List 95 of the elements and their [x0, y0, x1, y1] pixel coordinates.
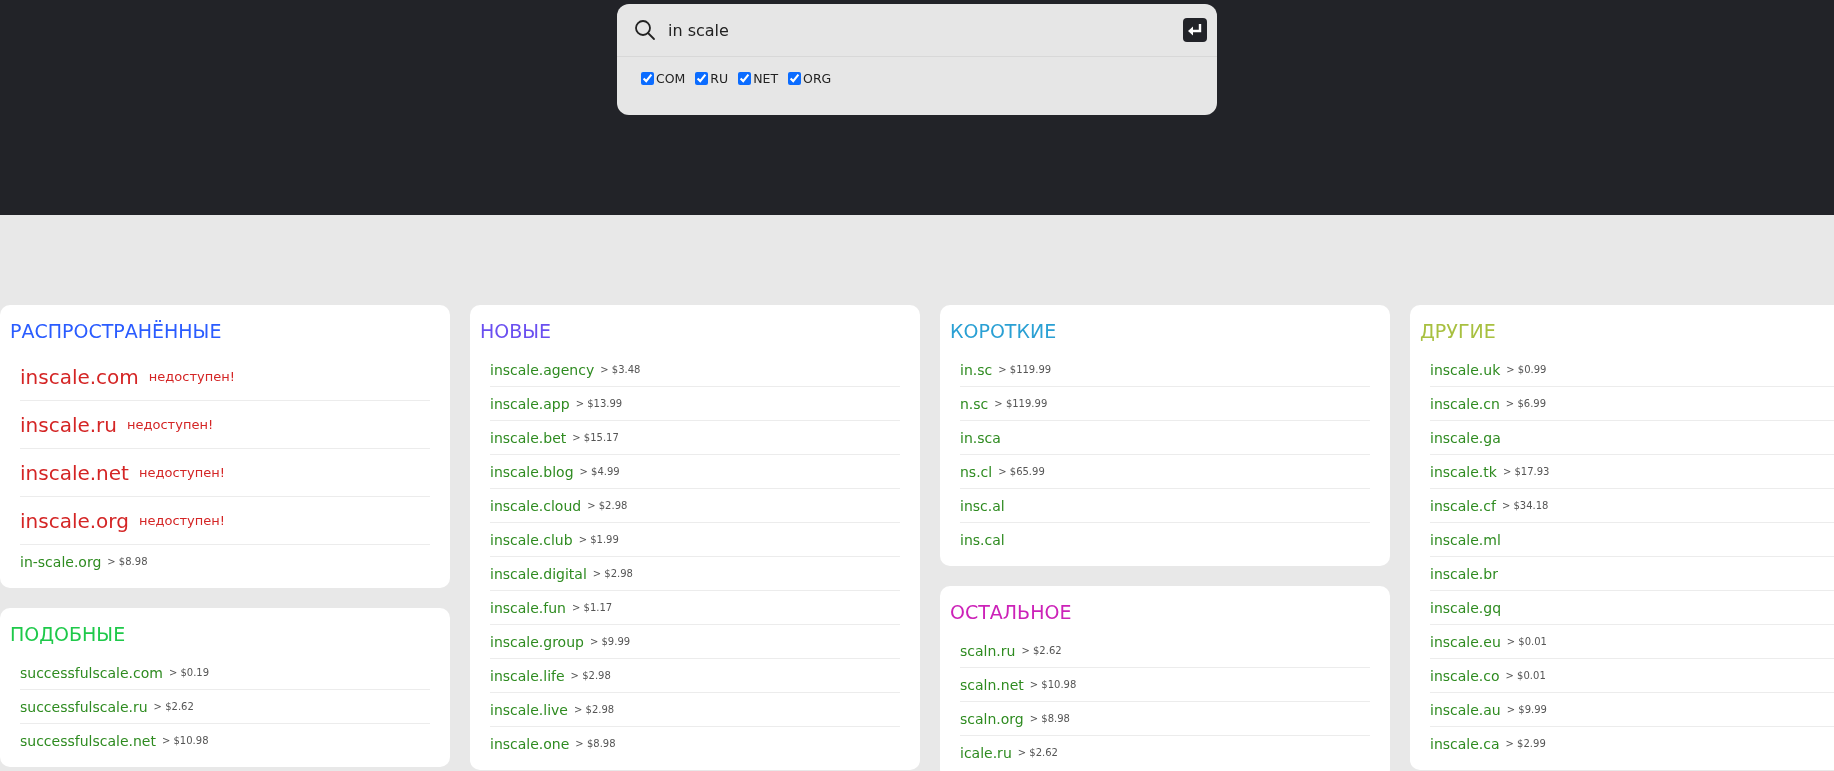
price-label: > $4.99 — [579, 466, 620, 477]
price-label: > $34.18 — [1501, 500, 1549, 511]
price-label: > $8.98 — [575, 738, 616, 749]
domain-link[interactable]: inscale.blog — [490, 463, 574, 480]
domain-link[interactable]: inscale.bet — [490, 429, 567, 446]
domain-link[interactable]: inscale.co — [1430, 667, 1500, 684]
price-label: > $0.19 — [168, 667, 210, 678]
domain-link[interactable]: inscale.group — [490, 633, 584, 650]
domain-link[interactable]: inscale.br — [1430, 565, 1498, 582]
domain-link[interactable]: inscale.agency — [490, 361, 595, 378]
domain-link[interactable]: ins.cal — [960, 531, 1005, 548]
domain-link[interactable]: icale.ru — [960, 744, 1012, 761]
price-label: > $0.99 — [1506, 364, 1547, 375]
price-label: > $2.98 — [587, 500, 628, 511]
price-label: > $9.99 — [1506, 704, 1547, 715]
domain-link[interactable]: inscale.ga — [1430, 429, 1501, 446]
domain-link[interactable]: inscale.cn — [1430, 395, 1500, 412]
price-label: > $2.99 — [1505, 738, 1546, 749]
domain-link[interactable]: inscale.tk — [1430, 463, 1497, 480]
card-title: РАСПРОСТРАНЁННЫЕ — [10, 319, 223, 344]
price-label: > $1.99 — [578, 534, 619, 545]
price-label: > $119.99 — [994, 398, 1048, 409]
price-label: > $17.93 — [1502, 466, 1550, 477]
card-title: КОРОТКИЕ — [950, 319, 1058, 344]
domain-link[interactable]: in.sc — [960, 361, 993, 378]
domain-link[interactable]: inscale.live — [490, 701, 568, 718]
price-label: > $2.98 — [573, 704, 615, 715]
domain-link[interactable]: inscale.club — [490, 531, 573, 548]
price-label: > $2.62 — [153, 701, 194, 712]
domain-link[interactable]: inscale.digital — [490, 565, 587, 582]
tld-checkbox[interactable] — [695, 72, 709, 85]
domain-link[interactable]: inscale.ru — [20, 412, 118, 437]
card-title: НОВЫЕ — [480, 319, 553, 344]
search-icon — [634, 19, 656, 41]
domain-link[interactable]: inscale.gq — [1430, 599, 1502, 616]
domain-link[interactable]: inscale.one — [490, 735, 570, 752]
price-label: > $65.99 — [998, 466, 1045, 477]
domain-link[interactable]: scaln.org — [960, 710, 1024, 727]
tld-checkbox[interactable] — [641, 72, 654, 85]
price-label: > $10.98 — [1029, 679, 1077, 690]
price-label: > $13.99 — [575, 398, 623, 409]
domain-link[interactable]: inscale.com — [20, 364, 139, 389]
tld-label: NET — [753, 71, 779, 86]
price-label: > $8.98 — [107, 556, 148, 567]
domain-link[interactable]: inscale.org — [20, 508, 129, 533]
domain-link[interactable]: inscale.eu — [1430, 633, 1501, 650]
price-label: > $15.17 — [572, 432, 619, 443]
tld-label: COM — [656, 71, 686, 86]
domain-link[interactable]: inscale.life — [490, 667, 565, 684]
card-title: ПОДОБНЫЕ — [10, 622, 127, 647]
domain-link[interactable]: insc.al — [960, 497, 1005, 514]
domain-link[interactable]: inscale.au — [1430, 701, 1501, 718]
tld-checkbox[interactable] — [738, 72, 752, 85]
tld-label: RU — [710, 71, 729, 86]
domain-link[interactable]: inscale.cloud — [490, 497, 582, 514]
price-label: > $2.98 — [592, 568, 633, 579]
unavailable-label: недоступен! — [148, 369, 235, 384]
domain-link[interactable]: in-scale.org — [20, 553, 102, 570]
enter-icon — [1187, 23, 1203, 37]
price-label: > $1.17 — [571, 602, 613, 613]
unavailable-label: недоступен! — [127, 417, 214, 432]
domain-link[interactable]: inscale.net — [20, 460, 129, 485]
domain-link[interactable]: successfulscale.com — [20, 664, 163, 681]
card-title: ОСТАЛЬНОЕ — [950, 600, 1073, 625]
price-label: > $2.98 — [570, 670, 611, 681]
price-label: > $0.01 — [1506, 636, 1547, 647]
domain-link[interactable]: in.sca — [960, 429, 1001, 446]
price-label: > $2.62 — [1021, 645, 1062, 656]
unavailable-label: недоступен! — [138, 513, 225, 528]
domain-link[interactable]: ns.cl — [960, 463, 993, 480]
domain-link[interactable]: inscale.uk — [1430, 361, 1501, 378]
domain-link[interactable]: successfulscale.ru — [20, 698, 148, 715]
price-label: > $10.98 — [161, 735, 209, 746]
domain-link[interactable]: scaln.net — [960, 676, 1024, 693]
search-input[interactable]: in scale — [668, 20, 1171, 40]
domain-link[interactable]: inscale.ca — [1430, 735, 1500, 752]
price-label: > $3.48 — [600, 364, 641, 375]
price-label: > $2.62 — [1017, 747, 1058, 758]
price-label: > $9.99 — [589, 636, 631, 647]
price-label: > $6.99 — [1505, 398, 1547, 409]
price-label: > $119.99 — [998, 364, 1052, 375]
domain-link[interactable]: inscale.app — [490, 395, 570, 412]
price-label: > $8.98 — [1029, 713, 1070, 724]
domain-link[interactable]: n.sc — [960, 395, 989, 412]
tld-checkbox[interactable] — [788, 72, 802, 85]
domain-link[interactable]: successfulscale.net — [20, 732, 156, 749]
price-label: > $0.01 — [1505, 670, 1546, 681]
tld-label: ORG — [803, 71, 832, 86]
domain-link[interactable]: inscale.ml — [1430, 531, 1501, 548]
card-title: ДРУГИЕ — [1420, 319, 1497, 344]
domain-link[interactable]: inscale.cf — [1430, 497, 1496, 514]
domain-link[interactable]: inscale.fun — [490, 599, 566, 616]
unavailable-label: недоступен! — [138, 465, 225, 480]
enter-button[interactable] — [1183, 18, 1207, 42]
domain-link[interactable]: scaln.ru — [960, 642, 1016, 659]
